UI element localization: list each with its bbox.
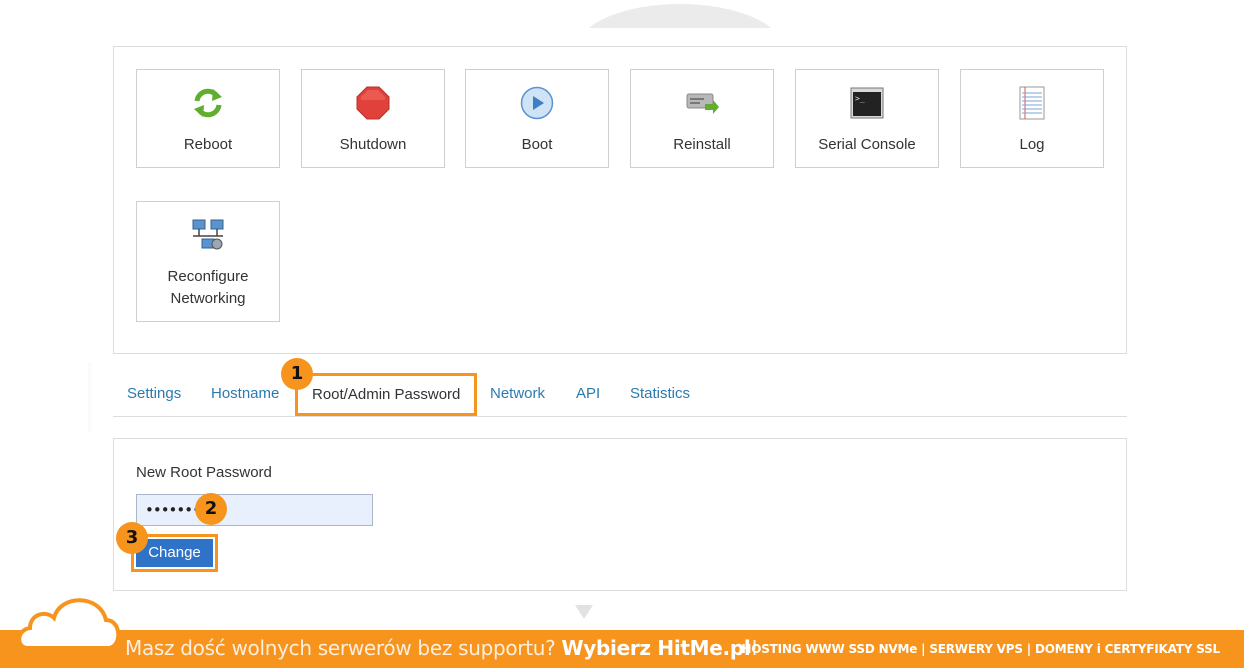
promo-text: Masz dość wolnych serwerów bez supportu?… (125, 636, 758, 660)
reinstall-label: Reinstall (673, 136, 731, 153)
tab-api[interactable]: API (576, 385, 600, 402)
promo-text-prefix: Masz dość wolnych serwerów bez supportu? (125, 636, 562, 660)
tab-statistics[interactable]: Statistics (630, 385, 690, 402)
log-label: Log (1019, 136, 1045, 153)
reinstall-icon (685, 86, 719, 120)
network-config-icon (191, 218, 225, 252)
server-actions-panel: Reboot Shutdown Boot Reinstall >_ Serial… (113, 46, 1127, 354)
tab-settings[interactable]: Settings (127, 385, 181, 402)
promo-banner: Masz dość wolnych serwerów bez supportu?… (0, 630, 1244, 668)
step-badge-2: 2 (195, 493, 227, 525)
boot-button[interactable]: Boot (465, 69, 609, 168)
tab-hostname[interactable]: Hostname (211, 385, 279, 402)
serial-console-button[interactable]: >_ Serial Console (795, 69, 939, 168)
tab-root-admin-password[interactable]: Root/Admin Password (295, 373, 478, 416)
log-icon (1015, 86, 1049, 120)
reconfigure-networking-button[interactable]: Reconfigure Networking (136, 201, 280, 322)
decorative-arc (577, 4, 783, 28)
promo-text-brand: Wybierz HitMe.pl (561, 636, 751, 660)
reboot-icon (191, 86, 225, 120)
step-badge-1: 1 (281, 358, 313, 390)
cloud-logo-icon (17, 598, 121, 650)
step-badge-3: 3 (116, 522, 148, 554)
serial-console-icon: >_ (850, 86, 884, 120)
boot-icon (520, 86, 554, 120)
reboot-button[interactable]: Reboot (136, 69, 280, 168)
shutdown-label: Shutdown (339, 136, 407, 153)
promo-services: HOSTING WWW SSD NVMe | SERWERY VPS | DOM… (741, 642, 1220, 656)
reinstall-button[interactable]: Reinstall (630, 69, 774, 168)
change-button-label: Change (136, 539, 213, 567)
new-root-password-input[interactable] (136, 494, 373, 526)
svg-text:>_: >_ (855, 94, 865, 103)
log-button[interactable]: Log (960, 69, 1104, 168)
scroll-down-icon (575, 605, 593, 619)
shutdown-button[interactable]: Shutdown (301, 69, 445, 168)
new-root-password-label: New Root Password (136, 464, 272, 481)
root-password-form: New Root Password Change (113, 438, 1127, 591)
boot-label: Boot (521, 136, 553, 153)
serial-console-label: Serial Console (818, 136, 916, 153)
reboot-label: Reboot (183, 136, 233, 153)
tab-network[interactable]: Network (490, 385, 545, 402)
settings-tabs: Settings Hostname Root/Admin Password Ne… (113, 373, 1127, 417)
shutdown-icon (356, 86, 390, 120)
reconfigure-networking-label: Reconfigure Networking (167, 268, 249, 307)
decorative-shadow (88, 362, 94, 432)
